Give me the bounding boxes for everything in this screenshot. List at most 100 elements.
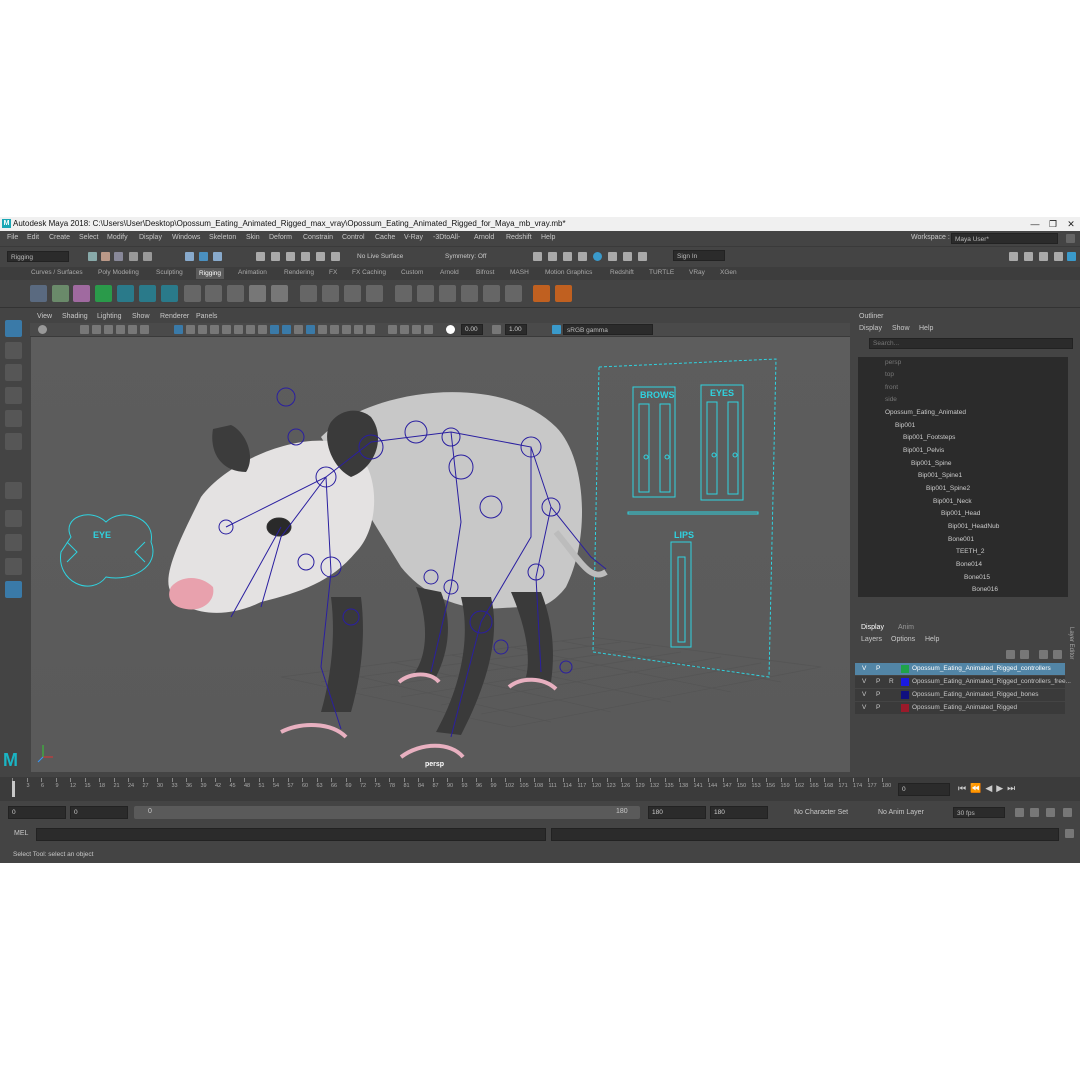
pause-render-icon[interactable] bbox=[638, 252, 647, 261]
locator-icon[interactable] bbox=[533, 285, 550, 302]
layer-color-swatch[interactable] bbox=[901, 678, 909, 686]
layer-visibility[interactable]: V bbox=[862, 689, 866, 701]
outliner-item-spine2[interactable]: Bip001_Spine2 bbox=[926, 483, 970, 495]
range-bar[interactable]: 0 180 bbox=[134, 806, 640, 819]
add-attribute-icon[interactable] bbox=[555, 285, 572, 302]
live-surface-label[interactable]: No Live Surface bbox=[357, 253, 403, 260]
lasso-tool-icon[interactable] bbox=[5, 342, 22, 359]
snap-live-icon[interactable] bbox=[331, 252, 340, 261]
snap-curve-icon[interactable] bbox=[271, 252, 280, 261]
two-view-icon[interactable] bbox=[5, 558, 22, 575]
save-scene-icon[interactable] bbox=[114, 252, 123, 261]
modeling-toolkit-icon[interactable] bbox=[1009, 252, 1018, 261]
character-set-dropdown[interactable]: No Character Set bbox=[794, 809, 848, 816]
shelf-tab-animation[interactable]: Animation bbox=[238, 269, 267, 276]
current-time-indicator[interactable] bbox=[12, 781, 15, 797]
new-layer-selected-icon[interactable] bbox=[1053, 650, 1062, 659]
layer-playback[interactable]: P bbox=[876, 676, 880, 688]
outliner-item-headnub[interactable]: Bip001_HeadNub bbox=[948, 521, 999, 533]
menuset-dropdown[interactable]: Rigging bbox=[7, 251, 69, 262]
safe-title-icon[interactable] bbox=[246, 325, 255, 334]
layer-playback[interactable]: P bbox=[876, 702, 880, 714]
gamma-field[interactable]: 1.00 bbox=[505, 324, 527, 335]
lights-icon[interactable] bbox=[306, 325, 315, 334]
new-scene-icon[interactable] bbox=[88, 252, 97, 261]
layer-tab-anim[interactable]: Anim bbox=[898, 624, 914, 631]
outliner-menu-show[interactable]: Show bbox=[892, 325, 910, 332]
panel-menu-renderer[interactable]: Renderer bbox=[160, 313, 189, 320]
menu-cache[interactable]: Cache bbox=[375, 234, 395, 241]
hypershade-icon[interactable] bbox=[593, 252, 602, 261]
humanik-icon[interactable] bbox=[117, 285, 134, 302]
panel-menu-panels[interactable]: Panels bbox=[196, 313, 217, 320]
cluster-icon[interactable] bbox=[227, 285, 244, 302]
select-hierarchy-icon[interactable] bbox=[185, 252, 194, 261]
outliner-item-spine[interactable]: Bip001_Spine bbox=[911, 458, 951, 470]
outliner-item-bone014[interactable]: Bone014 bbox=[956, 559, 982, 571]
shelf-tab-rigging[interactable]: Rigging bbox=[196, 268, 225, 279]
layer-menu-help[interactable]: Help bbox=[925, 636, 939, 643]
render-settings-icon[interactable] bbox=[578, 252, 587, 261]
four-view-icon[interactable] bbox=[5, 534, 22, 551]
color-management-icon[interactable] bbox=[552, 325, 561, 334]
shelf-tab-fx-caching[interactable]: FX Caching bbox=[352, 269, 386, 276]
aim-constraint-icon[interactable] bbox=[417, 285, 434, 302]
wireframe-on-shaded-icon[interactable] bbox=[282, 325, 291, 334]
layer-menu-options[interactable]: Options bbox=[891, 636, 915, 643]
outliner-item-side[interactable]: side bbox=[885, 394, 897, 406]
scale-tool-icon[interactable] bbox=[5, 433, 22, 450]
shadows-icon[interactable] bbox=[318, 325, 327, 334]
field-chart-icon[interactable] bbox=[222, 325, 231, 334]
go-to-start-icon[interactable]: ⏮ bbox=[958, 783, 970, 793]
exposure-icon[interactable] bbox=[446, 325, 455, 334]
open-scene-icon[interactable] bbox=[101, 252, 110, 261]
last-tool-icon[interactable] bbox=[5, 482, 22, 499]
orient-joint-icon[interactable] bbox=[161, 285, 178, 302]
menu-windows[interactable]: Windows bbox=[172, 234, 200, 241]
select-object-icon[interactable] bbox=[199, 252, 208, 261]
play-back-icon[interactable]: ◀ bbox=[985, 783, 996, 793]
paint-select-icon[interactable] bbox=[5, 364, 22, 381]
outliner-item-pelvis[interactable]: Bip001_Pelvis bbox=[903, 445, 944, 457]
panel-menu-show[interactable]: Show bbox=[132, 313, 150, 320]
shelf-tab-fx[interactable]: FX bbox=[329, 269, 337, 276]
move-layer-down-icon[interactable] bbox=[1020, 650, 1029, 659]
xray-components-icon[interactable] bbox=[424, 325, 433, 334]
pole-vector-icon[interactable] bbox=[505, 285, 522, 302]
menu-redshift[interactable]: Redshift bbox=[506, 234, 532, 241]
select-component-icon[interactable] bbox=[213, 252, 222, 261]
script-editor-icon[interactable] bbox=[1065, 829, 1074, 838]
outliner-menu-help[interactable]: Help bbox=[919, 325, 933, 332]
ik-handle-icon[interactable] bbox=[73, 285, 90, 302]
layer-menu-layers[interactable]: Layers bbox=[861, 636, 882, 643]
render-frame-icon[interactable] bbox=[533, 252, 542, 261]
outliner-persp-icon[interactable] bbox=[5, 581, 22, 598]
menu-skin[interactable]: Skin bbox=[246, 234, 260, 241]
move-tool-icon[interactable] bbox=[5, 387, 22, 404]
bookmark-icon[interactable] bbox=[92, 325, 101, 334]
attribute-editor-icon[interactable] bbox=[1024, 252, 1033, 261]
symmetry-dropdown[interactable]: Symmetry: Off bbox=[445, 253, 486, 260]
menu-3dtoall[interactable]: -3DtoAll- bbox=[433, 234, 460, 241]
wireframe-icon[interactable] bbox=[258, 325, 267, 334]
layer-color-swatch[interactable] bbox=[901, 691, 909, 699]
layer-name[interactable]: Opossum_Eating_Animated_Rigged_controlle… bbox=[912, 676, 1071, 688]
menu-control[interactable]: Control bbox=[342, 234, 365, 241]
outliner-item-bone016[interactable]: Bone016 bbox=[972, 584, 998, 596]
outliner-item-persp[interactable]: persp bbox=[885, 357, 901, 369]
outliner-search-input[interactable]: Search... bbox=[869, 338, 1073, 349]
wrap-icon[interactable] bbox=[322, 285, 339, 302]
outliner-item-footsteps[interactable]: Bip001_Footsteps bbox=[903, 432, 955, 444]
grid-toggle-icon[interactable] bbox=[140, 325, 149, 334]
snap-point-icon[interactable] bbox=[286, 252, 295, 261]
move-layer-up-icon[interactable] bbox=[1006, 650, 1015, 659]
menu-edit[interactable]: Edit bbox=[27, 234, 39, 241]
select-camera-icon[interactable] bbox=[38, 325, 47, 334]
film-gate-icon[interactable] bbox=[186, 325, 195, 334]
go-to-end-icon[interactable]: ⏭ bbox=[1007, 783, 1019, 793]
animation-prefs-icon[interactable] bbox=[1063, 808, 1072, 817]
wire-deformer-icon[interactable] bbox=[366, 285, 383, 302]
layer-row[interactable]: V P R Opossum_Eating_Animated_Rigged_con… bbox=[855, 676, 1071, 688]
outliner-item-bone001[interactable]: Bone001 bbox=[948, 534, 974, 546]
grid-icon[interactable] bbox=[174, 325, 183, 334]
